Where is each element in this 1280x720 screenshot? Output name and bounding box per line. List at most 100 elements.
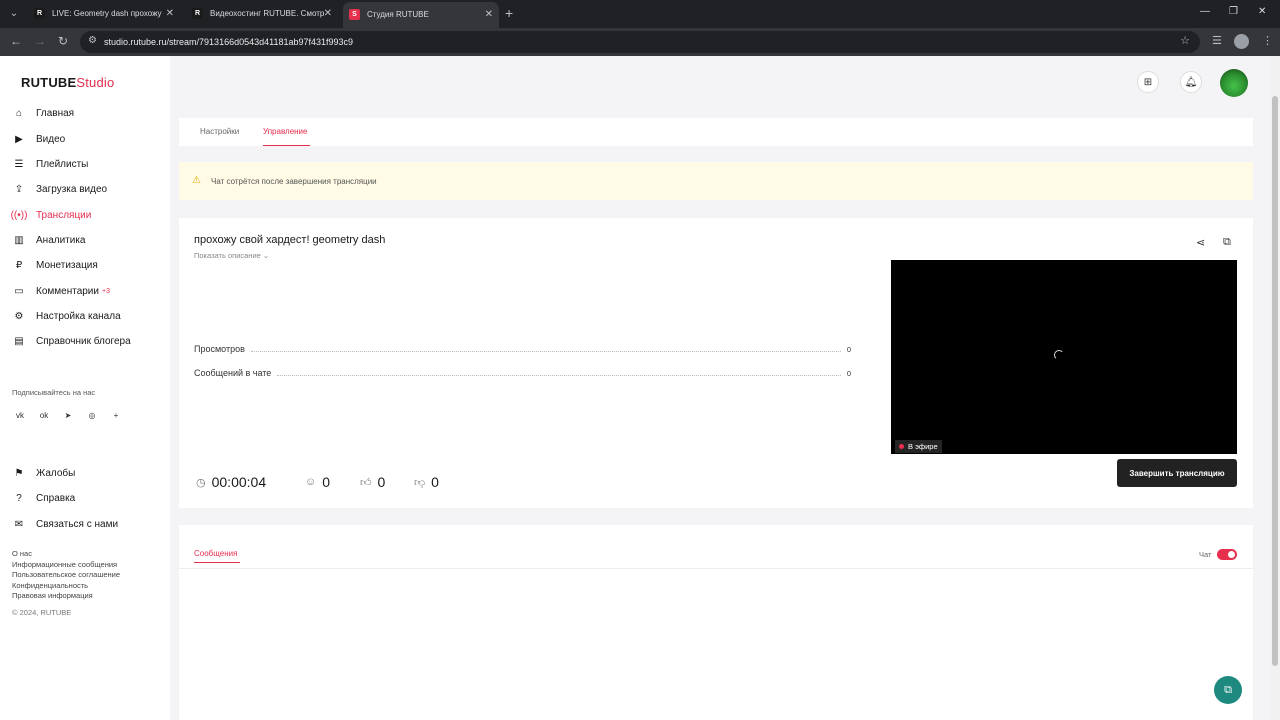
stat-value: 0 xyxy=(846,344,851,354)
footer-link-legal[interactable]: Правовая информация xyxy=(12,591,93,600)
tab-settings[interactable]: Настройки xyxy=(200,127,239,136)
tab-manage[interactable]: Управление xyxy=(263,127,307,136)
browser-tab-active[interactable]: S Студия RUTUBE ✕ xyxy=(343,2,499,28)
sidebar-item-channel-settings[interactable]: ⚙ Настройка канала xyxy=(12,306,121,326)
odnoklassniki-icon[interactable]: ok xyxy=(36,407,52,423)
browser-toolbar: ← → ↻ ⚙ studio.rutube.ru/stream/7913166d… xyxy=(0,28,1280,56)
comments-badge: +3 xyxy=(101,287,110,295)
reload-icon[interactable]: ↻ xyxy=(58,34,68,48)
url-text[interactable]: studio.rutube.ru/stream/7913166d0543d411… xyxy=(104,31,353,53)
footer-link-about[interactable]: О нас xyxy=(12,549,32,558)
bookmark-star-icon[interactable]: ☆ xyxy=(1180,34,1190,47)
address-bar[interactable]: ⚙ studio.rutube.ru/stream/7913166d0543d4… xyxy=(80,31,1200,53)
stat-row-chat-messages: Сообщений в чате 0 xyxy=(194,367,851,379)
tab-messages[interactable]: Сообщения xyxy=(194,549,237,558)
mail-icon: ✉ xyxy=(14,518,24,530)
scrollbar-thumb[interactable] xyxy=(1272,96,1278,666)
divider xyxy=(179,568,1253,569)
rutube-studio-logo[interactable]: RUTUBEStudio xyxy=(21,75,114,90)
notifications-button[interactable]: 🔔︎ xyxy=(1180,71,1202,93)
dotted-leader xyxy=(250,350,841,352)
sidebar-item-home[interactable]: ⌂ Главная xyxy=(12,103,74,123)
sidebar-item-contact[interactable]: ✉ Связаться с нами xyxy=(12,514,118,534)
comments-icon: ▭ xyxy=(14,285,24,297)
flag-icon: ⚑ xyxy=(14,467,24,479)
help-icon: ? xyxy=(16,492,22,504)
vk-icon[interactable]: vk xyxy=(12,407,28,423)
close-icon[interactable]: ✕ xyxy=(166,3,174,25)
close-icon[interactable]: ✕ xyxy=(324,3,332,25)
stat-value: 0 xyxy=(846,368,851,378)
live-badge: В эфире xyxy=(895,440,942,453)
bell-icon: 🔔︎ xyxy=(1184,76,1198,88)
sidebar-item-monetization[interactable]: ₽ Монетизация xyxy=(12,255,98,275)
sidebar-item-complaints[interactable]: ⚑ Жалобы xyxy=(12,463,76,483)
rutube-favicon-icon: R xyxy=(192,8,203,19)
home-icon: ⌂ xyxy=(15,107,23,119)
sidebar-item-handbook[interactable]: ▤ Справочник блогера xyxy=(12,331,131,351)
maximize-icon[interactable]: ❐ xyxy=(1229,6,1238,17)
sidebar-item-playlists[interactable]: ☰ Плейлисты xyxy=(12,154,89,174)
viewers-metric: ☺ 0 xyxy=(305,474,330,490)
show-description-toggle[interactable]: Показать описание ⌄ xyxy=(194,251,269,260)
browser-tab[interactable]: R LIVE: Geometry dash прохожу ✕ xyxy=(28,3,180,25)
browser-menu-icon[interactable]: ⋮ xyxy=(1262,34,1273,47)
viber-icon[interactable]: ◎ xyxy=(84,407,100,423)
footer-link-info[interactable]: Информационные сообщения xyxy=(12,560,117,569)
copyright: © 2024, RUTUBE xyxy=(12,608,72,617)
clock-icon: ◷ xyxy=(196,476,206,489)
share-icon[interactable]: ⋖ xyxy=(1196,236,1205,249)
sidebar-item-broadcasts[interactable]: ((•)) Трансляции xyxy=(11,205,92,225)
end-stream-button[interactable]: Завершить трансляцию xyxy=(1117,459,1237,487)
sidebar-item-label: Справочник блогера xyxy=(36,335,131,347)
handbook-icon: ▤ xyxy=(14,335,24,347)
sidebar-item-label: Настройка канала xyxy=(36,310,121,322)
footer-link-privacy[interactable]: Конфиденциальность xyxy=(12,581,88,590)
site-info-icon[interactable]: ⚙ xyxy=(88,35,97,46)
page-scrollbar[interactable] xyxy=(1270,56,1280,720)
support-chat-button[interactable]: ⧉ xyxy=(1214,676,1242,704)
browser-tab[interactable]: R Видеохостинг RUTUBE. Смотр ✕ xyxy=(186,3,338,25)
sidebar-item-help[interactable]: ? Справка xyxy=(12,488,75,508)
tab-search-icon[interactable]: ⌄ xyxy=(6,6,22,22)
telegram-icon[interactable]: ➤ xyxy=(60,407,76,423)
footer-link-terms[interactable]: Пользовательское соглашение xyxy=(12,570,120,579)
warning-icon: ⚠ xyxy=(192,175,201,186)
forward-icon[interactable]: → xyxy=(34,34,46,48)
add-content-button[interactable]: ⊞ xyxy=(1137,71,1159,93)
dotted-leader xyxy=(277,374,841,376)
chat-bubbles-icon: ⧉ xyxy=(1224,683,1232,696)
back-icon[interactable]: ← xyxy=(10,34,22,48)
browser-tab-title: LIVE: Geometry dash прохожу xyxy=(52,9,162,18)
close-icon[interactable]: ✕ xyxy=(485,2,493,28)
new-tab-icon[interactable]: + xyxy=(505,5,513,21)
stat-row-views: Просмотров 0 xyxy=(194,343,851,355)
sidebar-item-video[interactable]: ▶ Видео xyxy=(12,129,65,149)
chat-toggle-label: Чат xyxy=(1199,550,1212,559)
logo-suffix: Studio xyxy=(76,75,115,90)
sidebar-item-label: Загрузка видео xyxy=(36,183,108,195)
video-player[interactable]: В эфире xyxy=(891,260,1237,454)
more-icon[interactable]: + xyxy=(108,407,124,423)
sidebar-item-analytics[interactable]: ▥ Аналитика xyxy=(12,230,85,250)
loading-spinner-icon xyxy=(1054,350,1064,360)
active-tab-indicator xyxy=(263,145,310,146)
avatar[interactable] xyxy=(1220,69,1248,97)
likes-value: 0 xyxy=(377,474,386,490)
live-dot-icon xyxy=(899,444,904,449)
browser-profile-avatar[interactable] xyxy=(1234,34,1249,49)
sidebar-item-upload[interactable]: ⇪ Загрузка видео xyxy=(12,179,107,199)
reading-list-icon[interactable]: ☰ xyxy=(1212,34,1222,47)
sidebar-item-label: Монетизация xyxy=(36,259,98,271)
logo-brand: RUTUBE xyxy=(21,75,77,90)
channel-settings-icon: ⚙ xyxy=(14,310,24,322)
show-description-label: Показать описание xyxy=(194,251,261,260)
sidebar-item-comments[interactable]: ▭ Комментарии +3 xyxy=(12,281,110,301)
stream-title: прохожу свой хардест! geometry dash xyxy=(194,234,386,246)
minimize-icon[interactable]: — xyxy=(1200,6,1210,17)
open-external-icon[interactable]: ⧉ xyxy=(1223,236,1231,249)
chat-warning-banner: ⚠ Чат сотрётся после завершения трансляц… xyxy=(179,162,1253,200)
chat-card: Сообщения Чат xyxy=(179,525,1253,720)
chat-toggle[interactable] xyxy=(1217,549,1237,560)
window-close-icon[interactable]: ✕ xyxy=(1258,6,1266,17)
